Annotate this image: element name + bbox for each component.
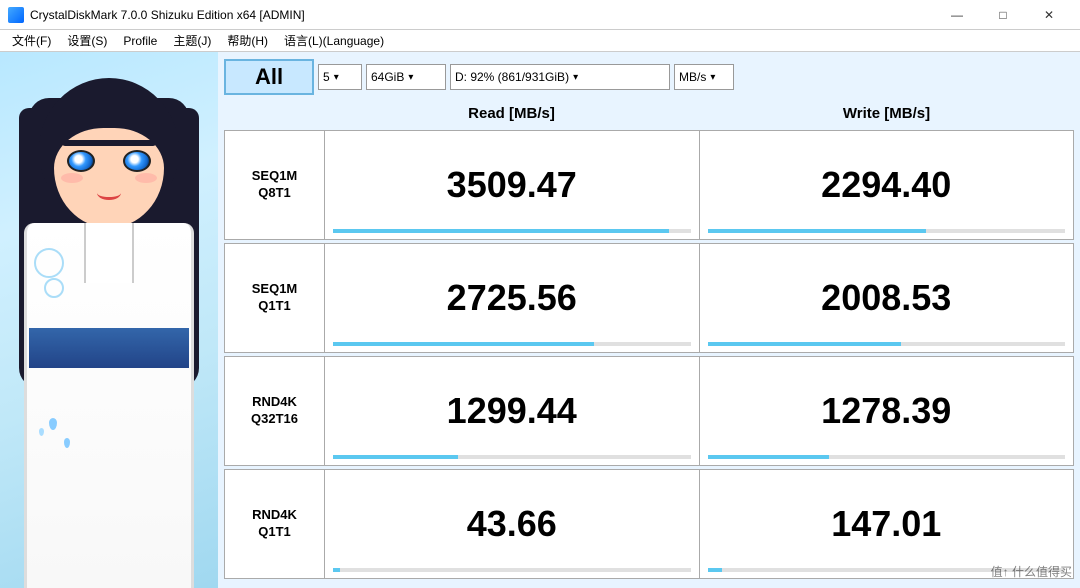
read-bar-seq1m-q1t1 (333, 342, 594, 346)
data-row-rnd4k-q1t1: RND4K Q1T1 43.66 147.01 (224, 469, 1074, 579)
size-dropdown[interactable]: 64GiB (366, 64, 446, 90)
menu-help[interactable]: 帮助(H) (219, 30, 276, 51)
character-background (0, 52, 218, 588)
row-label-seq1m-q1t1: SEQ1M Q1T1 (225, 244, 325, 352)
all-button[interactable]: All (224, 59, 314, 95)
controls-row: All 5 64GiB D: 92% (861/931GiB) MB/s (224, 58, 1074, 96)
row-read-seq1m-q1t1: 2725.56 (325, 244, 700, 352)
menu-file[interactable]: 文件(F) (4, 30, 59, 51)
menu-profile[interactable]: Profile (115, 32, 165, 50)
read-bar-container-seq1m-q1t1 (333, 342, 691, 346)
blush-right (135, 173, 157, 183)
read-bar-container-rnd4k-q1t1 (333, 568, 691, 572)
menu-theme[interactable]: 主题(J) (165, 30, 219, 51)
maximize-button[interactable]: □ (980, 0, 1026, 30)
main-content: All 5 64GiB D: 92% (861/931GiB) MB/s Rea… (0, 52, 1080, 588)
data-rows: SEQ1M Q8T1 3509.47 2294.40 SEQ1M Q1T1 27… (224, 130, 1074, 582)
read-bar-rnd4k-q1t1 (333, 568, 340, 572)
eye-right (123, 150, 151, 172)
row-write-seq1m-q8t1: 2294.40 (700, 131, 1074, 239)
row-label-rnd4k-q1t1: RND4K Q1T1 (225, 470, 325, 578)
mouth (97, 186, 121, 200)
eye-left (67, 150, 95, 172)
col-read-label: Read [MB/s] (324, 105, 699, 122)
row-read-seq1m-q8t1: 3509.47 (325, 131, 700, 239)
title-bar-left: CrystalDiskMark 7.0.0 Shizuku Edition x6… (8, 7, 305, 23)
data-row-rnd4k-q32t16: RND4K Q32T16 1299.44 1278.39 (224, 356, 1074, 466)
close-button[interactable]: ✕ (1026, 0, 1072, 30)
column-headers: Read [MB/s] Write [MB/s] (224, 100, 1074, 126)
read-bar-seq1m-q8t1 (333, 229, 669, 233)
row-write-rnd4k-q32t16: 1278.39 (700, 357, 1074, 465)
runs-dropdown[interactable]: 5 (318, 64, 362, 90)
blush-left (61, 173, 83, 183)
row-label-rnd4k-q32t16: RND4K Q32T16 (225, 357, 325, 465)
menu-bar: 文件(F) 设置(S) Profile 主题(J) 帮助(H) 语言(L)(La… (0, 30, 1080, 52)
drive-dropdown[interactable]: D: 92% (861/931GiB) (450, 64, 670, 90)
character-panel (0, 52, 218, 588)
write-bar-rnd4k-q1t1 (708, 568, 722, 572)
kimono-collar (84, 223, 134, 283)
data-row-seq1m-q8t1: SEQ1M Q8T1 3509.47 2294.40 (224, 130, 1074, 240)
unit-dropdown[interactable]: MB/s (674, 64, 734, 90)
read-bar-container-seq1m-q8t1 (333, 229, 691, 233)
data-row-seq1m-q1t1: SEQ1M Q1T1 2725.56 2008.53 (224, 243, 1074, 353)
menu-settings[interactable]: 设置(S) (59, 30, 115, 51)
read-bar-rnd4k-q32t16 (333, 455, 458, 459)
title-controls: — □ ✕ (934, 0, 1072, 30)
row-label-seq1m-q8t1: SEQ1M Q8T1 (225, 131, 325, 239)
minimize-button[interactable]: — (934, 0, 980, 30)
app-icon (8, 7, 24, 23)
write-bar-seq1m-q8t1 (708, 229, 926, 233)
row-write-rnd4k-q1t1: 147.01 (700, 470, 1074, 578)
character-figure (9, 78, 209, 588)
read-bar-container-rnd4k-q32t16 (333, 455, 691, 459)
write-bar-seq1m-q1t1 (708, 342, 901, 346)
watermark: 值↑ 什么值得买 (991, 563, 1072, 580)
write-bar-container-rnd4k-q32t16 (708, 455, 1066, 459)
write-bar-container-seq1m-q1t1 (708, 342, 1066, 346)
row-write-seq1m-q1t1: 2008.53 (700, 244, 1074, 352)
menu-language[interactable]: 语言(L)(Language) (276, 30, 392, 51)
write-bar-container-seq1m-q8t1 (708, 229, 1066, 233)
row-read-rnd4k-q1t1: 43.66 (325, 470, 700, 578)
col-write-label: Write [MB/s] (699, 105, 1074, 122)
row-read-rnd4k-q32t16: 1299.44 (325, 357, 700, 465)
kimono-pattern-1 (34, 248, 64, 278)
kimono-sash (29, 328, 189, 368)
title-bar: CrystalDiskMark 7.0.0 Shizuku Edition x6… (0, 0, 1080, 30)
kimono-pattern-2 (44, 278, 64, 298)
benchmark-panel: All 5 64GiB D: 92% (861/931GiB) MB/s Rea… (218, 52, 1080, 588)
write-bar-rnd4k-q32t16 (708, 455, 830, 459)
window-title: CrystalDiskMark 7.0.0 Shizuku Edition x6… (30, 8, 305, 22)
